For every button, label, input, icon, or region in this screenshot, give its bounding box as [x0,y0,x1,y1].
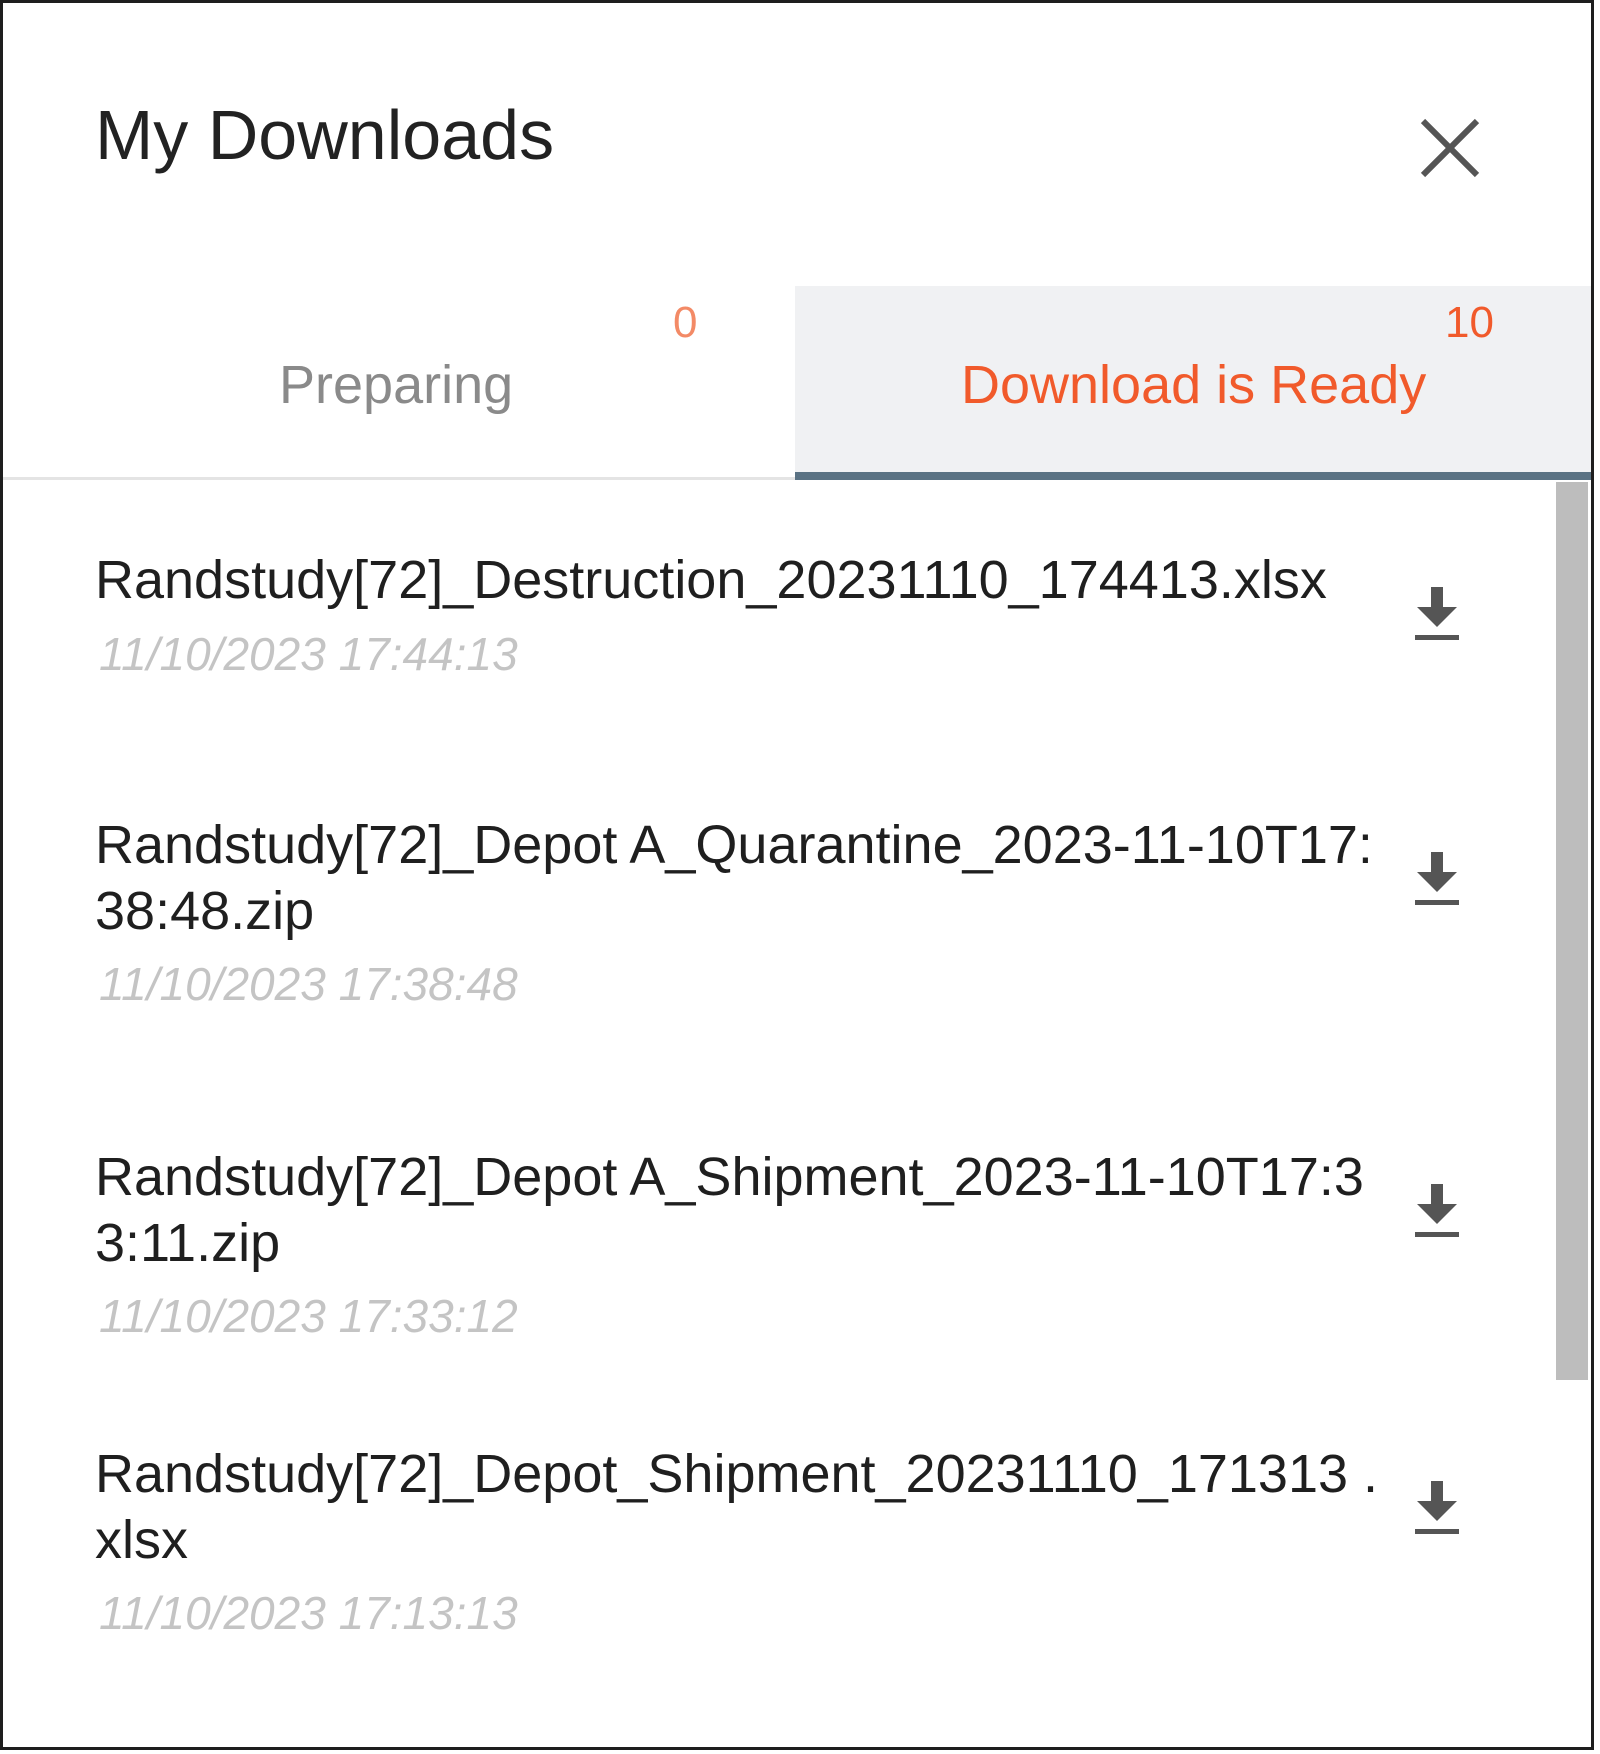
download-button[interactable] [1413,850,1461,908]
download-icon [1415,587,1459,640]
download-button[interactable] [1413,585,1461,643]
tab-preparing[interactable]: 0 Preparing [3,286,795,480]
downloads-panel: My Downloads 0 Preparing 10 Download is … [0,0,1594,1750]
file-date: 11/10/2023 17:13:13 [99,1587,518,1639]
file-date: 11/10/2023 17:33:12 [99,1290,518,1342]
file-name: Randstudy[72]_Destruction_20231110_17441… [95,550,1327,610]
close-icon [1420,118,1480,178]
download-icon [1415,1184,1459,1237]
download-list: Randstudy[72]_Destruction_20231110_17441… [3,480,1591,1747]
close-button[interactable] [1415,113,1485,183]
file-date: 11/10/2023 17:44:13 [99,628,518,680]
tab-bar: 0 Preparing 10 Download is Ready [3,286,1591,480]
tab-preparing-label: Preparing [279,355,514,415]
file-name: Randstudy[72]_Depot A_Quarantine_2023-11… [95,815,1373,941]
download-icon [1415,1481,1459,1534]
ready-count-badge: 10 [1445,298,1494,347]
preparing-count-badge: 0 [673,298,698,347]
scrollbar-thumb[interactable] [1556,482,1588,1380]
tab-download-ready-label: Download is Ready [961,355,1427,415]
download-button[interactable] [1413,1479,1461,1537]
panel-title: My Downloads [95,96,555,174]
tab-download-ready[interactable]: 10 Download is Ready [795,286,1591,480]
file-name: Randstudy[72]_Depot A_Shipment_2023-11-1… [95,1147,1364,1273]
file-name: Randstudy[72]_Depot_Shipment_20231110_17… [95,1444,1379,1570]
file-date: 11/10/2023 17:38:48 [99,958,518,1010]
download-icon [1415,852,1459,905]
download-button[interactable] [1413,1182,1461,1240]
